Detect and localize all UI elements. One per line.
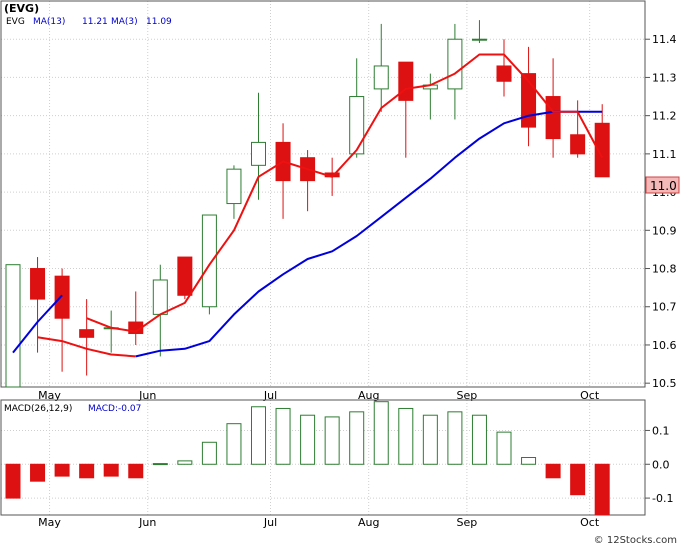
macd-y-tick-label: -0.1 (652, 492, 673, 505)
macd-bar-negative (5, 463, 21, 499)
candle-down (177, 256, 193, 296)
stock-chart: 10.5 10.6 10.7 10.8 10.9 11.0 11.1 11.2 11.3 11.4… (0, 0, 680, 546)
chart-title: (EVG) (4, 2, 39, 15)
candle-down (30, 268, 46, 300)
macd-y-tick-label: 0.0 (652, 458, 670, 471)
price-y-tick-label: 10.8 (652, 263, 677, 276)
macd-bar-negative (128, 463, 144, 479)
macd-legend-label: MACD(26,12,9) (4, 404, 72, 414)
macd-bar-positive (496, 431, 512, 465)
price-y-tick-label: 10.9 (652, 224, 677, 237)
candle-up (251, 141, 266, 166)
price-y-tick-label: 10.6 (652, 339, 677, 352)
price-y-tick-label: 11.3 (652, 71, 677, 84)
legend-ma13-value: 11.21 (82, 17, 108, 27)
last-price-tag: 11.0 (645, 176, 680, 194)
price-y-tick-label: 11.2 (652, 110, 677, 123)
candle-up (201, 214, 217, 308)
macd-bar-negative (594, 463, 610, 516)
macd-x-tick-label: Aug (358, 516, 379, 529)
macd-x-tick-label: Sep (457, 516, 478, 529)
watermark: © 12Stocks.com (594, 535, 677, 546)
candle-up (349, 96, 365, 155)
macd-bar-positive (275, 407, 291, 465)
macd-bar-positive (447, 411, 463, 465)
macd-bar-positive (201, 441, 217, 465)
macd-bar-negative (545, 463, 561, 479)
macd-bar-positive (251, 406, 266, 465)
macd-bar-positive (226, 423, 242, 465)
macd-bar-positive (521, 457, 537, 465)
macd-bar-positive (324, 416, 340, 465)
legend-evg: EVG (6, 17, 25, 27)
macd-bar-negative (54, 463, 70, 477)
legend-ma3-label: MA(3) (111, 17, 138, 27)
macd-bar-positive (422, 414, 438, 465)
candle-up (226, 168, 242, 205)
macd-y-tick-label: 0.1 (652, 424, 670, 437)
legend-ma3-value: 11.09 (146, 17, 172, 27)
macd-bar-negative (30, 463, 46, 482)
candle-up (447, 38, 463, 90)
price-y-tick-label: 11.4 (652, 33, 677, 46)
candle-up (373, 65, 389, 90)
price-y-tick-label: 11.1 (652, 148, 677, 161)
macd-bar-positive (152, 463, 168, 466)
macd-x-tick-label: Oct (580, 516, 600, 529)
candle-down (398, 61, 414, 101)
macd-bar-positive (349, 411, 365, 465)
macd-bar-positive (300, 414, 316, 465)
price-y-tick-label: 10.7 (652, 301, 677, 314)
macd-bar-positive (373, 401, 389, 465)
macd-bar-negative (79, 463, 95, 479)
candle-up (152, 279, 168, 315)
candle-down (79, 329, 95, 338)
candle-up (5, 264, 21, 388)
macd-bar-positive (471, 414, 487, 465)
candle-down (570, 134, 586, 155)
candle-down (496, 65, 512, 82)
candle-up (471, 38, 487, 41)
macd-x-tick-label: Jun (138, 516, 156, 529)
legend-ma13-label: MA(13) (33, 17, 65, 27)
macd-legend-value: MACD:-0.07 (88, 404, 141, 414)
macd-bar-negative (570, 463, 586, 496)
macd-bar-negative (103, 463, 119, 477)
macd-bar-positive (177, 460, 193, 465)
chart-canvas: 10.5 10.6 10.7 10.8 10.9 11.0 11.1 11.2 11.3 11.4… (0, 0, 680, 546)
candle-down (54, 275, 70, 319)
macd-x-tick-label: May (38, 516, 61, 529)
last-price-tag-text: 11.0 (650, 179, 677, 193)
price-y-tick-label: 10.5 (652, 377, 677, 390)
macd-x-tick-label: Jul (263, 516, 277, 529)
macd-bar-positive (398, 407, 414, 465)
candle-down (545, 96, 561, 140)
